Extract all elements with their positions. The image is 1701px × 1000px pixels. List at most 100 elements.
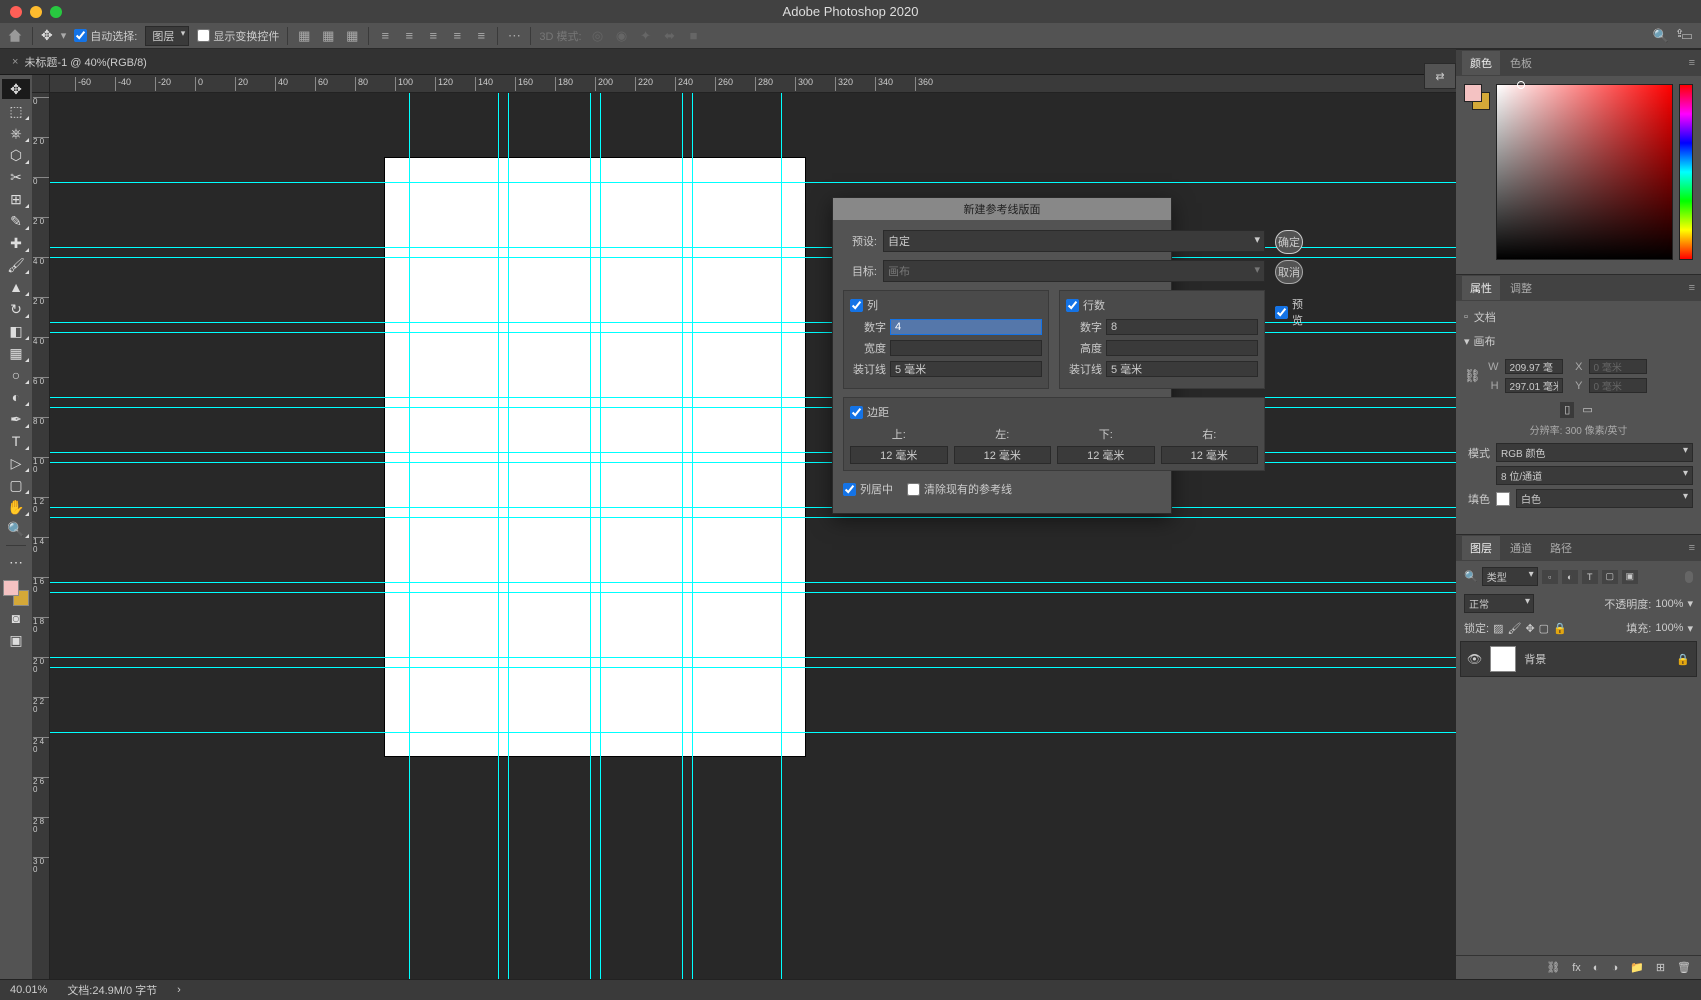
distribute-icon[interactable]: ≡: [377, 28, 393, 44]
more-icon[interactable]: ⋯: [506, 28, 522, 44]
guide[interactable]: [590, 93, 591, 979]
filter-toggle[interactable]: [1685, 571, 1693, 583]
guide[interactable]: [409, 93, 410, 979]
crop-tool[interactable]: ✂: [2, 167, 30, 187]
collapsed-panel-icon[interactable]: ⇄: [1424, 63, 1456, 89]
columns-gutter-input[interactable]: [890, 361, 1042, 377]
frame-tool[interactable]: ⊞: [2, 189, 30, 209]
guide[interactable]: [50, 582, 1456, 583]
filter-shape-icon[interactable]: ▢: [1602, 570, 1618, 584]
lock-artboard-icon[interactable]: ▢: [1539, 622, 1549, 635]
screenmode-tool[interactable]: ▣: [2, 630, 30, 650]
bit-depth-select[interactable]: 8 位/通道: [1496, 466, 1693, 485]
group-icon[interactable]: 📁: [1630, 961, 1644, 974]
show-transform-checkbox[interactable]: 显示变换控件: [197, 28, 279, 44]
x-input[interactable]: [1589, 359, 1647, 374]
margin-bottom-input[interactable]: [1057, 446, 1155, 464]
stamp-tool[interactable]: ▲: [2, 277, 30, 297]
horizontal-ruler[interactable]: -60-40-200204060801001201401601802002202…: [50, 75, 1456, 93]
tab-adjustments[interactable]: 调整: [1502, 276, 1540, 300]
type-tool[interactable]: T: [2, 431, 30, 451]
columns-width-input[interactable]: [890, 340, 1042, 356]
width-input[interactable]: [1505, 359, 1563, 374]
home-icon[interactable]: [6, 27, 24, 45]
height-input[interactable]: [1505, 378, 1563, 393]
close-tab-icon[interactable]: ×: [12, 56, 18, 68]
foreground-swatch[interactable]: [3, 580, 19, 596]
doc-info[interactable]: 文档:24.9M/0 字节: [67, 982, 157, 998]
margin-right-input[interactable]: [1161, 446, 1259, 464]
distribute-icon-4[interactable]: ≡: [449, 28, 465, 44]
guide[interactable]: [50, 517, 1456, 518]
panel-menu-icon[interactable]: ≡: [1689, 542, 1695, 554]
tab-channels[interactable]: 通道: [1502, 536, 1540, 560]
document-tab[interactable]: × 未标题-1 @ 40%(RGB/8): [0, 49, 159, 74]
columns-checkbox[interactable]: 列: [850, 297, 1042, 313]
rows-checkbox[interactable]: 行数: [1066, 297, 1258, 313]
margin-checkbox[interactable]: 边距: [850, 404, 1258, 420]
guide[interactable]: [50, 667, 1456, 668]
move-tool-icon[interactable]: ✥: [41, 27, 53, 44]
color-swatch-pair[interactable]: [3, 580, 29, 606]
link-layers-icon[interactable]: ⛓: [1546, 961, 1560, 974]
cancel-button[interactable]: 取消: [1275, 260, 1303, 284]
layer-thumbnail[interactable]: [1490, 646, 1516, 672]
status-arrow-icon[interactable]: ›: [177, 984, 181, 996]
panel-menu-icon[interactable]: ≡: [1689, 282, 1695, 294]
filter-smart-icon[interactable]: ▣: [1622, 570, 1638, 584]
guide[interactable]: [682, 93, 683, 979]
orientation-landscape-icon[interactable]: ▭: [1578, 402, 1596, 418]
history-brush-tool[interactable]: ↻: [2, 299, 30, 319]
new-layer-icon[interactable]: ⊞: [1656, 961, 1665, 974]
guide[interactable]: [498, 93, 499, 979]
auto-select-target-select[interactable]: 图层: [145, 26, 189, 46]
color-swatch-pair[interactable]: [1464, 84, 1490, 110]
rows-height-input[interactable]: [1106, 340, 1258, 356]
rows-gutter-input[interactable]: [1106, 361, 1258, 377]
align-center-icon[interactable]: ▦: [320, 28, 336, 44]
shape-tool[interactable]: ▢: [2, 475, 30, 495]
lasso-tool[interactable]: ⎈: [2, 123, 30, 143]
tab-layers[interactable]: 图层: [1462, 536, 1500, 560]
hue-slider[interactable]: [1679, 84, 1693, 260]
guide[interactable]: [508, 93, 509, 979]
ruler-corner[interactable]: [32, 75, 50, 93]
layer-filter-kind-select[interactable]: 类型: [1482, 567, 1538, 586]
guide[interactable]: [50, 182, 1456, 183]
quickmask-tool[interactable]: ◙: [2, 608, 30, 628]
filter-type-icon[interactable]: T: [1582, 570, 1598, 584]
filter-adjust-icon[interactable]: ◐: [1562, 570, 1578, 584]
marquee-tool[interactable]: ⬚: [2, 101, 30, 121]
adjustment-layer-icon[interactable]: ◑: [1611, 962, 1618, 974]
guide[interactable]: [50, 592, 1456, 593]
distribute-icon-2[interactable]: ≡: [401, 28, 417, 44]
eraser-tool[interactable]: ◧: [2, 321, 30, 341]
lock-all-icon[interactable]: 🔒: [1553, 622, 1567, 635]
distribute-icon-5[interactable]: ≡: [473, 28, 489, 44]
preview-checkbox[interactable]: 预览: [1275, 296, 1303, 328]
hand-tool[interactable]: ✋: [2, 497, 30, 517]
center-columns-checkbox[interactable]: 列居中: [843, 481, 893, 497]
pen-tool[interactable]: ✒: [2, 409, 30, 429]
eyedropper-tool[interactable]: ✎: [2, 211, 30, 231]
margin-top-input[interactable]: [850, 446, 948, 464]
clear-existing-checkbox[interactable]: 清除现有的参考线: [907, 481, 1012, 497]
fill-select[interactable]: 白色: [1516, 489, 1693, 508]
move-tool[interactable]: ✥: [2, 79, 30, 99]
margin-left-input[interactable]: [954, 446, 1052, 464]
columns-number-input[interactable]: [890, 319, 1042, 335]
distribute-icon-3[interactable]: ≡: [425, 28, 441, 44]
layer-row[interactable]: 👁 背景 🔒: [1460, 641, 1697, 677]
minimize-window-button[interactable]: [30, 6, 42, 18]
layer-fx-icon[interactable]: fx: [1572, 962, 1581, 974]
zoom-tool[interactable]: 🔍: [2, 519, 30, 539]
y-input[interactable]: [1589, 378, 1647, 393]
panel-menu-icon[interactable]: ≡: [1689, 57, 1695, 69]
search-icon[interactable]: 🔍: [1653, 28, 1669, 44]
dodge-tool[interactable]: ◐: [2, 387, 30, 407]
lock-transparency-icon[interactable]: ▨: [1493, 622, 1503, 635]
guide[interactable]: [600, 93, 601, 979]
delete-icon[interactable]: 🗑: [1677, 961, 1691, 974]
guide[interactable]: [692, 93, 693, 979]
guide[interactable]: [50, 507, 1456, 508]
